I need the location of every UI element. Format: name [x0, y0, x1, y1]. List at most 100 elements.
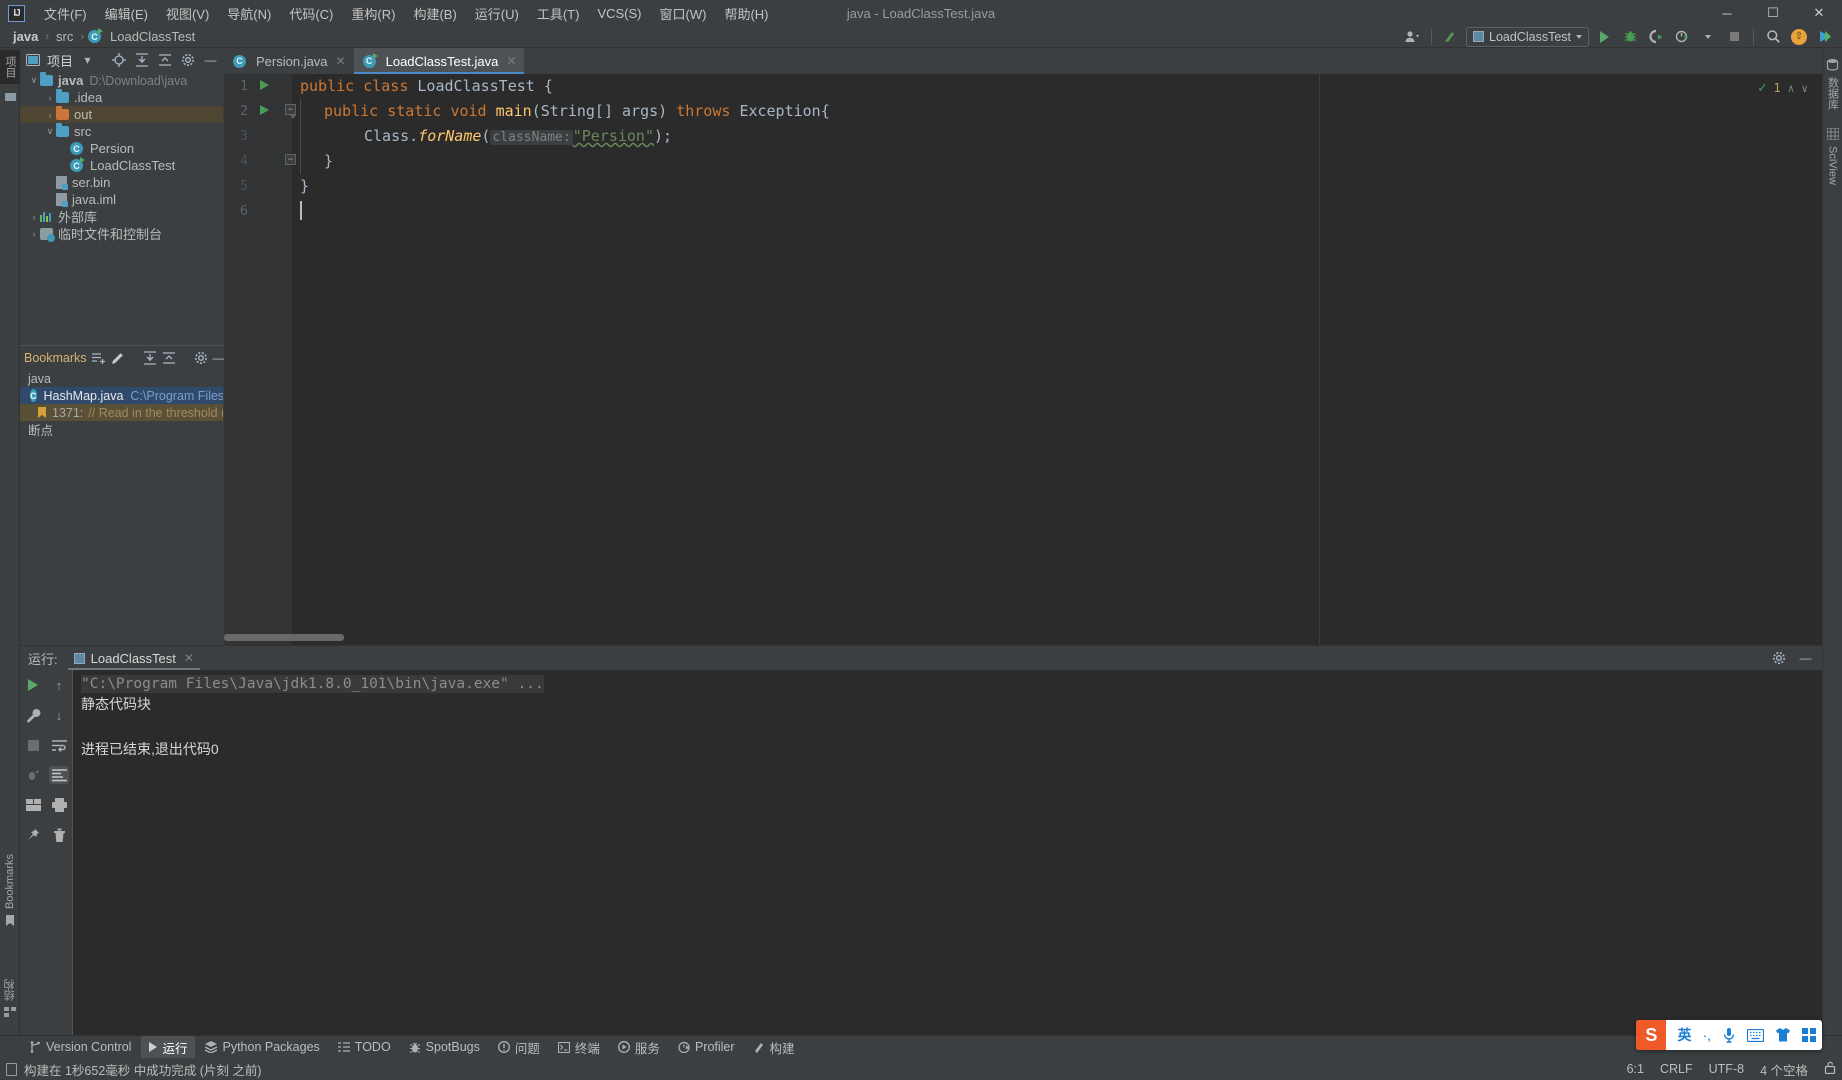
- run-tab-loadclasstest[interactable]: LoadClassTest ✕: [67, 646, 201, 670]
- ide-features-icon[interactable]: [1814, 27, 1836, 47]
- close-button[interactable]: ✕: [1796, 0, 1842, 26]
- tree-node-src[interactable]: ∨ src: [20, 123, 223, 140]
- expand-all-icon[interactable]: [133, 52, 150, 69]
- console-output[interactable]: "C:\Program Files\Java\jdk1.8.0_101\bin\…: [73, 670, 1822, 1035]
- tree-expander[interactable]: ∨: [28, 75, 40, 86]
- sidebar-item-structure[interactable]: [0, 84, 20, 109]
- editor-horizontal-scrollbar[interactable]: [224, 634, 344, 641]
- tree-node-scratches[interactable]: › 临时文件和控制台: [20, 225, 223, 242]
- microphone-icon[interactable]: [1722, 1027, 1736, 1043]
- tab-loadclasstest-java[interactable]: C LoadClassTest.java ✕: [353, 48, 525, 74]
- search-icon[interactable]: [1762, 27, 1784, 47]
- indent-setting[interactable]: 4 个空格: [1760, 1060, 1808, 1079]
- menu-navigate[interactable]: 导航(N): [218, 1, 280, 26]
- run-configuration-selector[interactable]: LoadClassTest: [1466, 26, 1589, 47]
- update-project-icon[interactable]: [1440, 27, 1462, 47]
- expand-all-icon[interactable]: [143, 350, 157, 367]
- select-opened-file-icon[interactable]: [110, 52, 127, 69]
- tree-node-persion[interactable]: C Persion: [20, 140, 223, 157]
- apps-grid-icon[interactable]: [1802, 1028, 1816, 1042]
- tree-node-loadclasstest[interactable]: C LoadClassTest: [20, 157, 223, 174]
- bottom-tab-todo[interactable]: TODO: [330, 1038, 399, 1056]
- shirt-icon[interactable]: [1775, 1028, 1791, 1042]
- bottom-tab-build[interactable]: 构建: [745, 1036, 803, 1059]
- collapse-all-icon[interactable]: [162, 350, 176, 367]
- stop-button[interactable]: [1723, 27, 1745, 47]
- ime-language-mode[interactable]: 英: [1677, 1025, 1691, 1045]
- bookmark-file-row[interactable]: C HashMap.java C:\Program Files\Java: [20, 387, 223, 404]
- soft-wrap-icon[interactable]: [49, 736, 69, 754]
- editor-gutter[interactable]: 1 2 3 4 5 6 − −: [224, 74, 296, 645]
- gear-icon[interactable]: [1770, 650, 1787, 667]
- menu-tools[interactable]: 工具(T): [528, 1, 589, 26]
- bottom-tab-version-control[interactable]: Version Control: [22, 1038, 139, 1056]
- editor-text-area[interactable]: public class LoadClassTest { public stat…: [292, 74, 1822, 645]
- collapse-all-icon[interactable]: [156, 52, 173, 69]
- menu-run[interactable]: 运行(U): [466, 1, 528, 26]
- rerun-icon[interactable]: [23, 676, 43, 694]
- tree-node-java[interactable]: ∨ java D:\Download\java: [20, 72, 223, 89]
- ime-punctuation-mode[interactable]: ·,: [1702, 1027, 1711, 1043]
- tree-expander[interactable]: ›: [44, 110, 56, 120]
- tree-node-out[interactable]: › out: [20, 106, 223, 123]
- tree-node-serbin[interactable]: ser.bin: [20, 174, 223, 191]
- lock-icon[interactable]: [1824, 1061, 1836, 1077]
- debug-exit-icon[interactable]: [23, 766, 43, 784]
- bottom-tab-problems[interactable]: 问题: [490, 1036, 548, 1059]
- wrench-icon[interactable]: [23, 706, 43, 724]
- breadcrumb-project[interactable]: java: [10, 28, 41, 45]
- profile-button[interactable]: [1671, 27, 1693, 47]
- menu-code[interactable]: 代码(C): [280, 1, 342, 26]
- menu-vcs[interactable]: VCS(S): [588, 3, 650, 24]
- code-editor[interactable]: 1 2 3 4 5 6 − − public class LoadClassTe…: [224, 74, 1822, 645]
- hide-panel-icon[interactable]: —: [213, 350, 225, 367]
- scroll-to-end-icon[interactable]: [49, 766, 69, 784]
- sciview-label[interactable]: SciView: [1827, 146, 1839, 185]
- breadcrumb-src[interactable]: src: [53, 28, 76, 45]
- bookmark-group[interactable]: java: [20, 370, 223, 387]
- print-icon[interactable]: [49, 796, 69, 814]
- debug-button[interactable]: [1619, 27, 1641, 47]
- layout-icon[interactable]: [23, 796, 43, 814]
- arrow-down-icon[interactable]: ↓: [49, 706, 69, 724]
- pin-icon[interactable]: [23, 826, 43, 844]
- hide-panel-icon[interactable]: —: [202, 52, 219, 69]
- bookmark-group[interactable]: 断点: [20, 421, 223, 438]
- profile-dropdown-icon[interactable]: [1697, 27, 1719, 47]
- menu-refactor[interactable]: 重构(R): [342, 1, 404, 26]
- menu-window[interactable]: 窗口(W): [651, 1, 716, 26]
- sidebar-item-project[interactable]: 项目: [0, 50, 20, 84]
- trash-icon[interactable]: [49, 826, 69, 844]
- structure-label[interactable]: 结构: [2, 979, 18, 1001]
- chevron-down-icon[interactable]: ▾: [79, 52, 96, 69]
- bottom-tab-spotbugs[interactable]: SpotBugs: [401, 1038, 488, 1056]
- add-bookmark-icon[interactable]: [91, 350, 106, 367]
- database-label[interactable]: 数据库: [1825, 77, 1841, 110]
- line-separator[interactable]: CRLF: [1660, 1062, 1693, 1076]
- run-class-gutter-icon[interactable]: [260, 80, 269, 90]
- tree-node-external-libraries[interactable]: › 外部库: [20, 208, 223, 225]
- bookmark-line-row[interactable]: 1371: // Read in the threshold (ign: [20, 404, 223, 421]
- close-icon[interactable]: ✕: [506, 54, 516, 68]
- bottom-tab-profiler[interactable]: Profiler: [670, 1038, 743, 1056]
- next-problem-icon[interactable]: ∨: [1801, 82, 1808, 95]
- inspection-widget[interactable]: ✓ 1 ∧ ∨: [1758, 80, 1808, 96]
- close-icon[interactable]: ✕: [184, 651, 194, 665]
- edit-bookmark-icon[interactable]: [111, 350, 125, 367]
- bottom-tab-run[interactable]: 运行: [141, 1035, 196, 1059]
- tree-expander[interactable]: ›: [44, 93, 56, 103]
- menu-help[interactable]: 帮助(H): [715, 1, 777, 26]
- tree-node-idea[interactable]: › .idea: [20, 89, 223, 106]
- minimize-button[interactable]: ─: [1704, 0, 1750, 26]
- bottom-tab-services[interactable]: 服务: [610, 1036, 668, 1059]
- menu-edit[interactable]: 编辑(E): [96, 1, 157, 26]
- tree-node-javaiml[interactable]: java.iml: [20, 191, 223, 208]
- stop-icon[interactable]: [23, 736, 43, 754]
- tree-expander[interactable]: ›: [28, 229, 40, 239]
- bookmarks-label[interactable]: Bookmarks: [4, 854, 16, 909]
- tree-expander[interactable]: ›: [28, 212, 40, 222]
- keyboard-icon[interactable]: [1747, 1028, 1764, 1042]
- gear-icon[interactable]: [194, 350, 208, 367]
- update-badge-icon[interactable]: ⇧: [1788, 27, 1810, 47]
- file-encoding[interactable]: UTF-8: [1709, 1062, 1744, 1076]
